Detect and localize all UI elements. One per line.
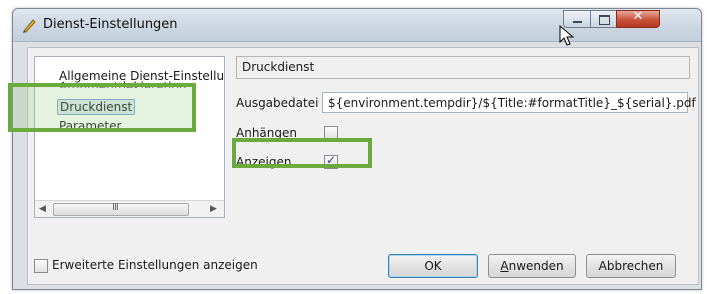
close-button[interactable]: ✕ xyxy=(616,9,660,28)
settings-tree[interactable]: Allgemeine Dienst-Einstellun Argumentdek… xyxy=(34,56,225,218)
window-title: Dienst-Einstellungen xyxy=(43,17,178,32)
ok-button[interactable]: OK xyxy=(388,254,478,278)
close-icon: ✕ xyxy=(632,9,644,24)
scroll-right-icon[interactable]: ▶ xyxy=(210,204,217,214)
ausgabedatei-input[interactable]: ${environment.tempdir}/${Title:#formatTi… xyxy=(322,92,696,113)
maximize-icon xyxy=(599,15,610,25)
scroll-left-icon[interactable]: ◀ xyxy=(39,204,46,214)
service-name-value: Druckdienst xyxy=(242,60,315,74)
mouse-cursor-icon xyxy=(559,25,575,46)
anwenden-mnemonic: A xyxy=(500,259,509,273)
ausgabedatei-label: Ausgabedatei xyxy=(236,96,319,110)
title-bar[interactable]: Dienst-Einstellungen ✕ xyxy=(13,9,701,42)
druckdienst-highlight xyxy=(8,83,196,132)
maximize-button[interactable] xyxy=(590,10,617,28)
service-name-field: Druckdienst xyxy=(236,56,690,79)
pen-icon xyxy=(23,19,36,33)
ausgabedatei-value: ${environment.tempdir}/${Title:#formatTi… xyxy=(328,96,696,110)
anwenden-button[interactable]: Anwenden xyxy=(488,254,576,278)
minimize-icon xyxy=(573,21,582,23)
scrollbar-grip: III xyxy=(112,202,119,213)
abbrechen-button[interactable]: Abbrechen xyxy=(586,254,676,278)
anwenden-label: nwenden xyxy=(508,259,564,273)
anzeigen-highlight xyxy=(232,138,372,168)
advanced-settings-checkbox[interactable] xyxy=(34,259,48,273)
scrollbar-thumb[interactable]: III xyxy=(53,202,189,216)
ok-label: OK xyxy=(424,259,442,273)
abbrechen-label: Abbrechen xyxy=(598,259,664,273)
horizontal-scrollbar[interactable]: ◀ III ▶ xyxy=(35,200,224,217)
advanced-settings-label: Erweiterte Einstellungen anzeigen xyxy=(52,258,258,272)
